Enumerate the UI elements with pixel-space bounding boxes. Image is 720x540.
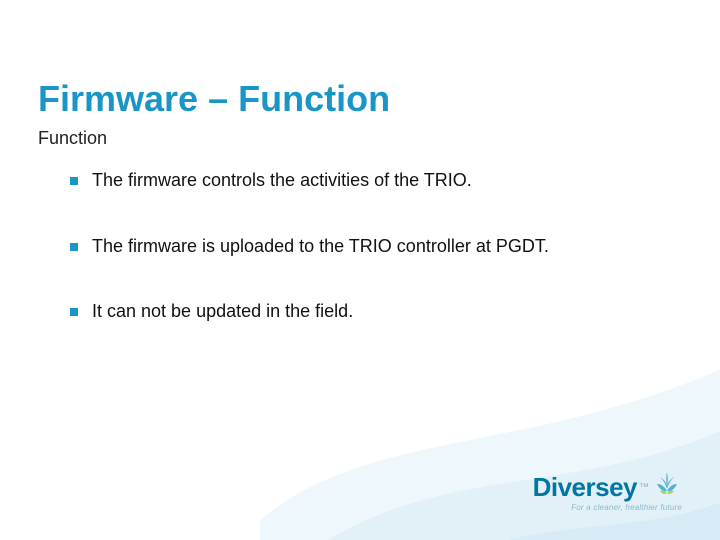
bullet-text: The firmware controls the activities of … [92, 170, 472, 192]
bullet-icon [70, 177, 78, 185]
bullet-icon [70, 243, 78, 251]
leaf-icon [652, 469, 682, 497]
bullet-text: It can not be updated in the field. [92, 301, 353, 323]
logo-wordmark: Diversey [533, 472, 637, 503]
bullet-text: The firmware is uploaded to the TRIO con… [92, 236, 549, 258]
list-item: The firmware is uploaded to the TRIO con… [70, 236, 660, 258]
trademark-symbol: ™ [639, 482, 649, 493]
bullet-list: The firmware controls the activities of … [70, 170, 660, 367]
logo-tagline: For a cleaner, healthier future [571, 503, 682, 512]
logo-row: Diversey ™ [533, 469, 682, 505]
slide-subtitle: Function [38, 128, 107, 149]
bullet-icon [70, 308, 78, 316]
slide: Firmware – Function Function The firmwar… [0, 0, 720, 540]
brand-logo: Diversey ™ For a cleaner, healthier futu… [533, 469, 682, 512]
list-item: It can not be updated in the field. [70, 301, 660, 323]
slide-title: Firmware – Function [38, 78, 390, 120]
list-item: The firmware controls the activities of … [70, 170, 660, 192]
